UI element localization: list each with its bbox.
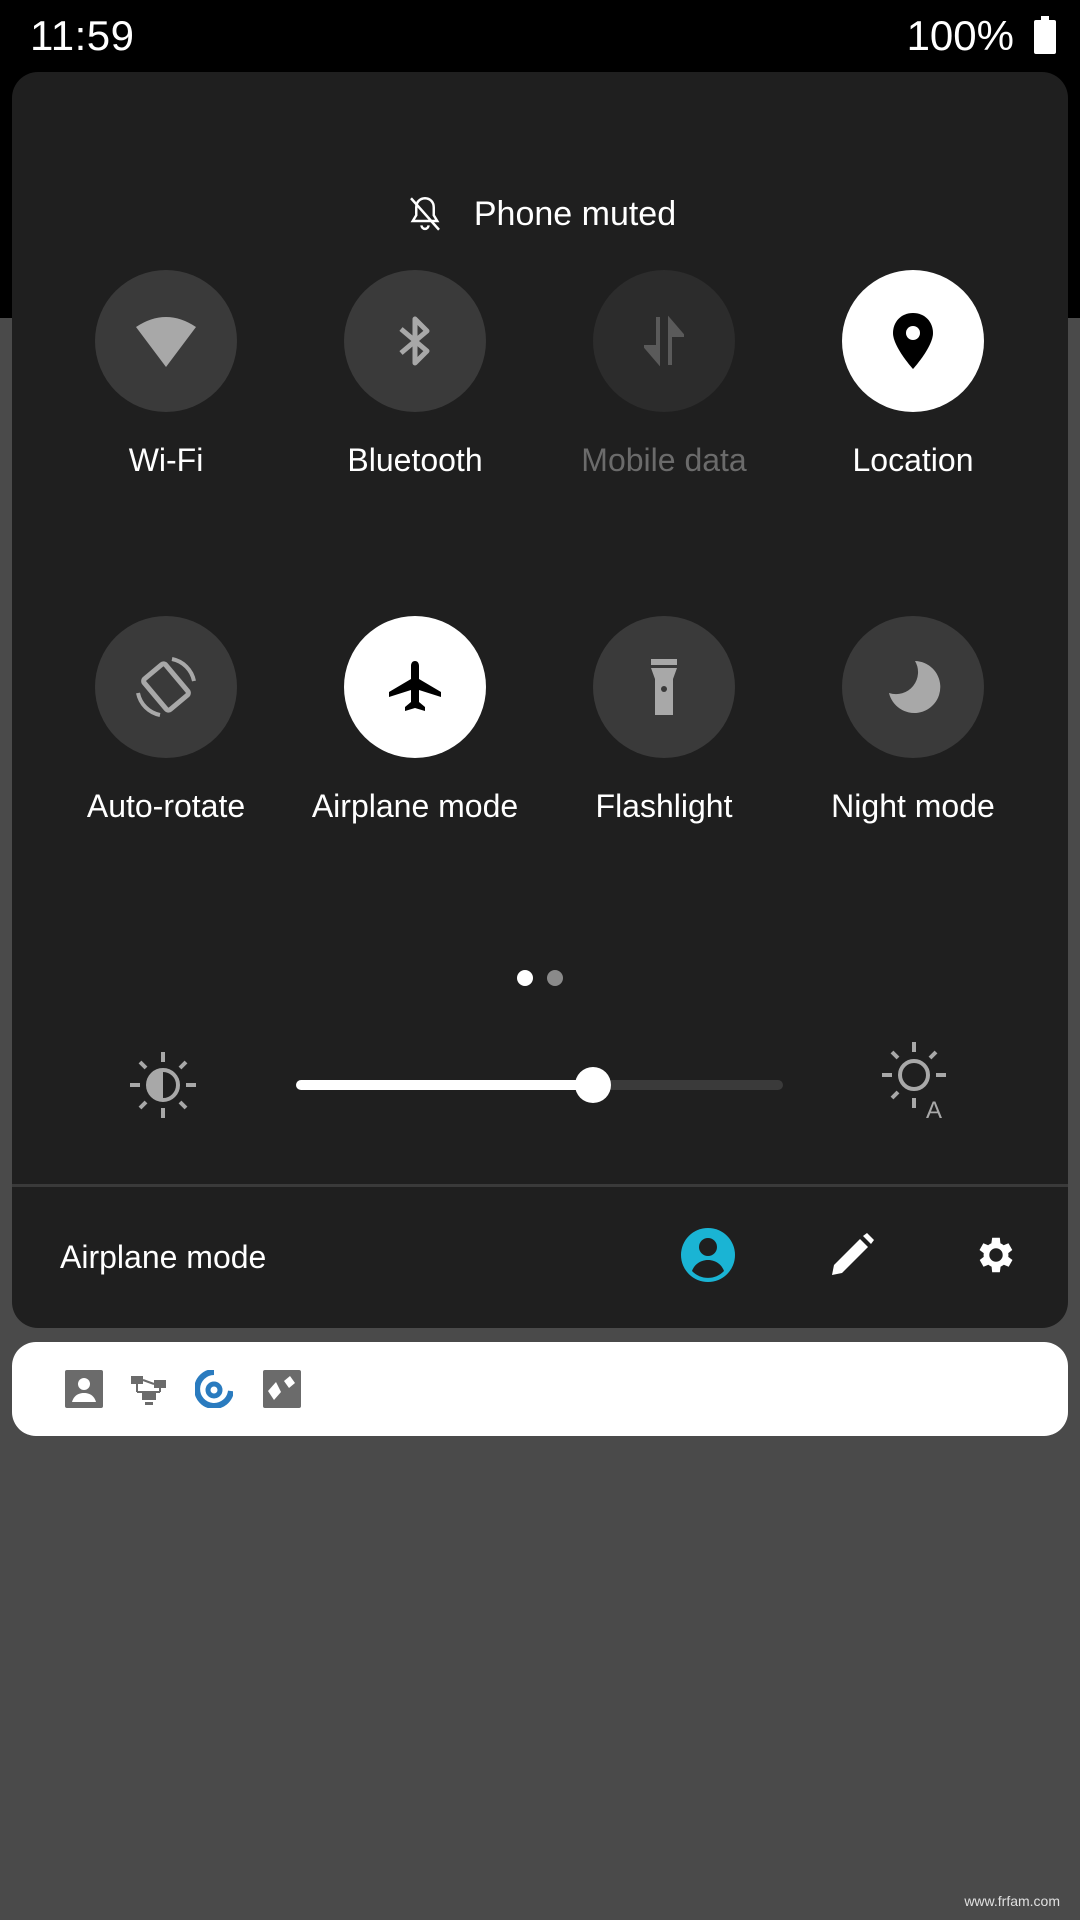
tile-label: Auto-rotate <box>86 788 246 824</box>
settings-button[interactable] <box>964 1223 1028 1287</box>
bluetooth-icon <box>399 316 430 366</box>
footer-status-text: Airplane mode <box>60 1239 267 1275</box>
tile-wifi-button[interactable] <box>95 270 237 412</box>
edit-button[interactable] <box>820 1223 884 1287</box>
tile-wifi[interactable]: Wi-Fi <box>41 270 291 479</box>
tile-label: Airplane mode <box>311 788 519 824</box>
settings-gear-icon <box>979 1237 1013 1273</box>
mobile-data-icon <box>644 315 684 367</box>
gray-app-icon <box>263 1370 301 1408</box>
tile-label: Flashlight <box>595 788 733 824</box>
tile-flashlight[interactable]: Flashlight <box>539 616 789 825</box>
tile-label: Mobile data <box>581 442 747 478</box>
tile-auto-rotate-button[interactable] <box>95 616 237 758</box>
airplane-icon <box>389 661 441 711</box>
auto-rotate-icon <box>136 657 196 717</box>
user-account-icon <box>681 1228 735 1282</box>
tile-label: Night mode <box>831 788 995 824</box>
tile-bluetooth[interactable]: Bluetooth <box>290 270 540 479</box>
status-bar: 11:59 100% <box>0 0 1080 72</box>
tile-airplane-mode-button[interactable] <box>344 616 486 758</box>
battery-full-icon <box>1034 16 1056 54</box>
brightness-icon <box>130 1052 196 1118</box>
tile-night-mode-button[interactable] <box>842 616 984 758</box>
clock: 11:59 <box>30 12 135 59</box>
svg-text:A: A <box>926 1097 942 1120</box>
battery-percent: 100% <box>906 12 1014 59</box>
page-dot-2[interactable] <box>547 970 563 986</box>
user-account-button[interactable] <box>676 1223 740 1287</box>
tile-night-mode[interactable]: Night mode <box>788 616 1038 825</box>
contacts-app-icon <box>65 1370 103 1408</box>
bell-off-icon <box>409 197 440 231</box>
quick-settings-footer: Airplane mode <box>12 1187 1068 1328</box>
location-pin-icon <box>893 313 933 369</box>
tile-bluetooth-button[interactable] <box>344 270 486 412</box>
tile-mobile-data-button[interactable] <box>593 270 735 412</box>
brightness-slider-fill <box>296 1080 594 1090</box>
blue-app-icon <box>195 1370 233 1408</box>
auto-brightness-icon: A <box>882 1042 946 1120</box>
brightness-slider-thumb[interactable] <box>575 1067 612 1103</box>
tile-airplane-mode[interactable]: Airplane mode <box>290 616 540 825</box>
tile-label: Bluetooth <box>347 442 483 478</box>
dnd-status-label: Phone muted <box>473 194 677 233</box>
tile-label: Location <box>852 442 974 478</box>
tile-auto-rotate[interactable]: Auto-rotate <box>41 616 291 825</box>
quick-settings-panel: Phone muted Wi-Fi Bluetooth Mobile data <box>12 72 1068 1328</box>
moon-icon <box>889 661 941 713</box>
watermark: www.frfam.com <box>964 1893 1060 1909</box>
notification-card[interactable] <box>12 1342 1068 1436</box>
page-indicator <box>12 970 1068 986</box>
dnd-status[interactable]: Phone muted <box>12 184 1068 244</box>
tile-flashlight-button[interactable] <box>593 616 735 758</box>
flashlight-icon <box>651 659 677 715</box>
wifi-icon <box>136 317 196 367</box>
network-chat-app-icon <box>131 1376 166 1405</box>
tile-label: Wi-Fi <box>128 442 204 478</box>
brightness-slider[interactable] <box>296 1067 783 1103</box>
page-dot-1[interactable] <box>517 970 533 986</box>
tile-location[interactable]: Location <box>788 270 1038 479</box>
tile-mobile-data[interactable]: Mobile data <box>539 270 789 479</box>
edit-pencil-icon <box>832 1233 874 1275</box>
tile-location-button[interactable] <box>842 270 984 412</box>
brightness-row: A <box>12 1040 1068 1130</box>
